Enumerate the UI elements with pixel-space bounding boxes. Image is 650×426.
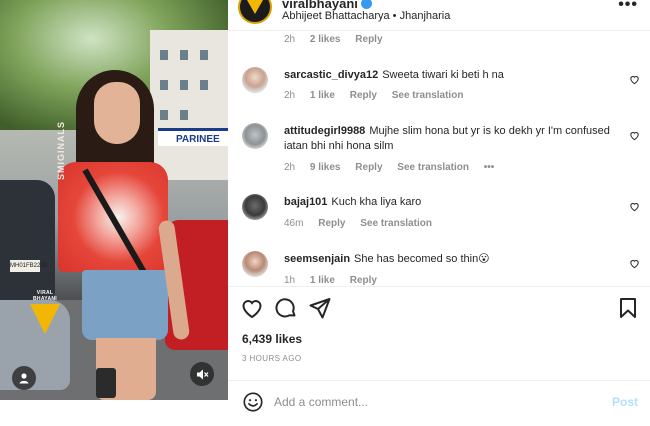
like-comment-heart-icon[interactable] — [629, 130, 640, 141]
v-logo-icon — [247, 0, 263, 14]
person-figure: SMIGINALS — [52, 70, 191, 400]
comment-meta: 2h 2 likes Reply — [284, 34, 383, 45]
like-heart-icon[interactable] — [240, 296, 264, 320]
comment-likes[interactable]: 2 likes — [310, 34, 341, 45]
post-sidebar: viralbhayani Abhijeet Bhattacharya • Jha… — [228, 0, 650, 426]
v-logo-icon — [30, 304, 60, 334]
comment-bubble-icon[interactable] — [274, 296, 298, 320]
shirt-print: SMIGINALS — [56, 120, 66, 180]
comment-meta: 46m Reply See translation — [284, 218, 432, 229]
like-comment-heart-icon[interactable] — [629, 258, 640, 269]
commenter-avatar[interactable] — [242, 123, 268, 149]
comment-text: She has becomed so thin😮 — [354, 253, 490, 265]
reply-button[interactable]: Reply — [350, 275, 377, 285]
post-timestamp: 3 HOURS AGO — [242, 354, 302, 363]
like-comment-heart-icon[interactable] — [629, 74, 640, 85]
denim-skirt — [82, 270, 168, 340]
add-comment-input[interactable] — [274, 391, 594, 413]
comment-meta: 2h 9 likes Reply See translation ••• — [284, 162, 495, 173]
actions-divider — [228, 286, 650, 287]
comment-text: Kuch kha liya karo — [331, 196, 422, 208]
post-actions — [228, 294, 650, 322]
commenter-username[interactable]: attitudegirl9988 — [284, 125, 365, 137]
dark-car — [0, 180, 55, 300]
commenter-username[interactable]: sarcastic_divya12 — [284, 69, 378, 81]
commenter-avatar[interactable] — [242, 67, 268, 93]
tagged-user-icon[interactable] — [12, 366, 36, 390]
brand-watermark: VIRAL BHAYANI — [28, 290, 62, 334]
reply-button[interactable]: Reply — [355, 162, 382, 173]
mute-icon[interactable] — [190, 362, 214, 386]
commenter-avatar[interactable] — [242, 251, 268, 277]
more-options-button[interactable]: ••• — [618, 0, 638, 14]
author-avatar[interactable] — [238, 0, 272, 24]
save-bookmark-icon[interactable] — [616, 296, 640, 320]
emoji-icon[interactable] — [242, 391, 264, 413]
reply-button[interactable]: Reply — [318, 218, 345, 229]
comment-meta: 2h 1 like Reply See translation — [284, 90, 464, 101]
comment-more-icon[interactable]: ••• — [484, 162, 495, 173]
post-header: viralbhayani Abhijeet Bhattacharya • Jha… — [228, 0, 650, 30]
comments-list[interactable]: 2h 2 likes Reply sarcastic_divya12 Sweeta… — [228, 31, 650, 285]
like-comment-heart-icon[interactable] — [629, 201, 640, 212]
post-media[interactable]: PARINEE MH01FB2229 SMIGINALS VIRAL BHAYA… — [0, 0, 228, 400]
post-comment-button[interactable]: Post — [612, 395, 638, 409]
commenter-username[interactable]: bajaj101 — [284, 196, 327, 208]
like-count[interactable]: 6,439 likes — [242, 332, 302, 346]
comment-likes[interactable]: 1 like — [310, 275, 335, 285]
see-translation-button[interactable]: See translation — [360, 218, 432, 229]
commenter-username[interactable]: seemsenjain — [284, 253, 350, 265]
comment-meta: 1h 1 like Reply — [284, 275, 377, 285]
phone — [96, 368, 116, 398]
reply-button[interactable]: Reply — [350, 90, 377, 101]
author-subline[interactable]: Abhijeet Bhattacharya • Jhanjharia — [282, 10, 450, 22]
comment-likes[interactable]: 1 like — [310, 90, 335, 101]
commenter-avatar[interactable] — [242, 194, 268, 220]
reply-button[interactable]: Reply — [355, 34, 382, 45]
see-translation-button[interactable]: See translation — [397, 162, 469, 173]
comment-likes[interactable]: 9 likes — [310, 162, 341, 173]
share-paper-plane-icon[interactable] — [308, 296, 332, 320]
comment-text: Sweeta tiwari ki beti h na — [382, 69, 504, 81]
license-plate: MH01FB2229 — [10, 260, 47, 272]
see-translation-button[interactable]: See translation — [392, 90, 464, 101]
add-comment-bar: Post — [228, 381, 650, 426]
verified-badge-icon — [360, 0, 372, 9]
